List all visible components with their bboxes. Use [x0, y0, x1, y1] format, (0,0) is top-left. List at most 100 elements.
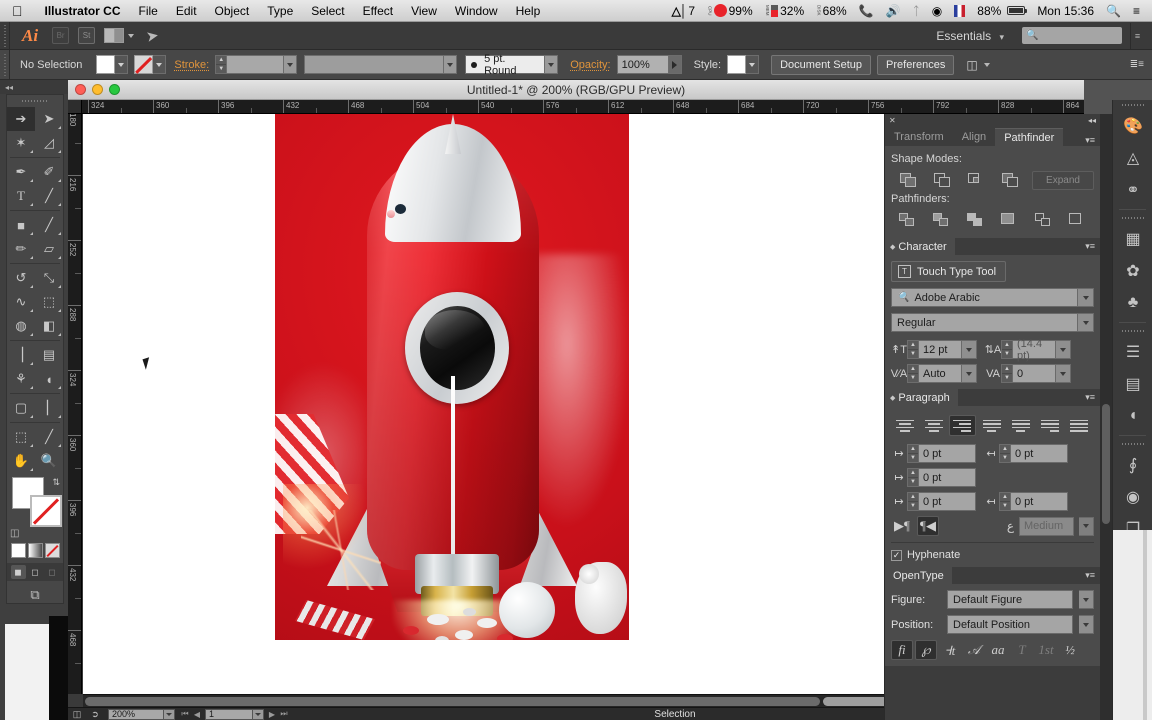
- indent-first-line-input[interactable]: 0 pt: [918, 468, 976, 487]
- stroke-weight-input[interactable]: [226, 55, 285, 74]
- indent-right-control[interactable]: ↤ ▲ ▼ 0 pt: [983, 444, 1068, 463]
- change-screen-mode-icon[interactable]: ⧉: [7, 587, 63, 603]
- stroke-weight-dropdown[interactable]: [284, 55, 298, 74]
- clock[interactable]: Mon 15:36: [1031, 4, 1100, 18]
- swash-icon[interactable]: 𝒜: [963, 640, 985, 660]
- left-to-right-icon[interactable]: ▶¶: [891, 516, 913, 536]
- space-before-control[interactable]: ↦ ▲ ▼ 0 pt: [891, 492, 976, 511]
- rotate-tool[interactable]: ↺: [7, 266, 35, 290]
- appearance-panel-icon[interactable]: ◉: [1113, 481, 1152, 513]
- ruler-origin-corner[interactable]: [68, 100, 82, 113]
- fractions-icon[interactable]: ½: [1059, 640, 1081, 660]
- pencil-tool[interactable]: ✏: [7, 237, 35, 261]
- expand-button[interactable]: Expand: [1032, 170, 1094, 190]
- menu-effect[interactable]: Effect: [354, 4, 402, 18]
- stroke-swatch-none[interactable]: [134, 55, 154, 74]
- memory-monitor[interactable]: MEM 32%: [759, 4, 811, 18]
- leading-dropdown[interactable]: [1056, 340, 1071, 359]
- font-family-dropdown[interactable]: [1078, 288, 1094, 307]
- standard-ligatures-icon[interactable]: fi: [891, 640, 913, 660]
- tab-transform[interactable]: Transform: [885, 128, 953, 146]
- libraries-panel-icon[interactable]: ∮: [1113, 449, 1152, 481]
- type-tool[interactable]: T: [7, 184, 35, 208]
- contextual-alternates-icon[interactable]: ℘: [915, 640, 937, 660]
- graphic-style-dropdown[interactable]: [746, 55, 760, 74]
- font-family-input[interactable]: 🔍 Adobe Arabic: [891, 288, 1078, 307]
- line-segment-tool[interactable]: ╱: [35, 184, 63, 208]
- kerning-control[interactable]: V∕A ▲ ▼ Auto: [891, 364, 977, 383]
- draw-inside-icon[interactable]: ◻: [45, 565, 60, 579]
- brush-definition-input[interactable]: 5 pt. Round: [465, 53, 546, 77]
- unite-icon[interactable]: [891, 169, 925, 191]
- fill-swatch[interactable]: [96, 55, 116, 74]
- composer-dropdown[interactable]: [1079, 516, 1094, 536]
- hyphenate-checkbox[interactable]: ✓: [891, 549, 902, 561]
- figure-input[interactable]: Default Figure: [947, 590, 1073, 609]
- font-style-input[interactable]: Regular: [891, 313, 1078, 332]
- graphic-style-swatch[interactable]: [727, 55, 747, 74]
- space-before-input[interactable]: 0 pt: [918, 492, 976, 511]
- figure-dropdown[interactable]: [1079, 590, 1094, 609]
- justify-last-left[interactable]: [978, 415, 1005, 436]
- minus-front-icon[interactable]: [925, 169, 959, 191]
- zoom-tool[interactable]: 🔍: [35, 449, 63, 473]
- panel-dock-scrollbar[interactable]: [1100, 114, 1112, 720]
- indent-right-stepper[interactable]: ▲ ▼: [999, 444, 1010, 463]
- preferences-button[interactable]: Preferences: [877, 54, 955, 75]
- artboard-number-control[interactable]: 1: [205, 708, 264, 720]
- color-swatch[interactable]: [10, 543, 26, 558]
- eyedropper-tool[interactable]: ⚘: [7, 367, 35, 391]
- brush-definition-dropdown[interactable]: [545, 55, 559, 74]
- flag-icon[interactable]: [948, 4, 971, 17]
- collapse-to-icons-icon[interactable]: ◂◂: [1088, 116, 1096, 125]
- tracking-dropdown[interactable]: [1056, 364, 1071, 383]
- default-fill-stroke-icon[interactable]: ◫: [10, 528, 19, 539]
- direct-selection-tool[interactable]: ➤: [35, 107, 63, 131]
- trim-icon[interactable]: [925, 209, 959, 231]
- stock-button[interactable]: St: [78, 27, 96, 44]
- panel-menu-icon[interactable]: ▾≡: [1085, 241, 1100, 252]
- zoom-control[interactable]: 200%: [108, 708, 175, 720]
- tab-pathfinder[interactable]: Pathfinder: [995, 128, 1064, 146]
- cpu-monitor[interactable]: CPU 99%: [701, 4, 759, 18]
- kerning-input[interactable]: Auto: [918, 364, 962, 383]
- control-bar-grab-handle[interactable]: [0, 49, 10, 80]
- paintbrush-tool[interactable]: ╱: [35, 213, 63, 237]
- color-guide-panel-icon[interactable]: ◬: [1113, 142, 1152, 174]
- gradient-tool[interactable]: ▤: [35, 343, 63, 367]
- document-title-bar[interactable]: Untitled-1* @ 200% (RGB/GPU Preview): [68, 80, 1084, 100]
- vertical-ruler[interactable]: 180 216 252 288 324 360 396 432 468: [68, 114, 82, 694]
- chevron-down-icon[interactable]: [983, 62, 990, 67]
- font-style-control[interactable]: Regular: [891, 313, 1094, 332]
- ordinals-icon[interactable]: 1st: [1035, 640, 1057, 660]
- stroke-panel-icon[interactable]: ☰: [1113, 336, 1152, 368]
- zoom-level-dropdown[interactable]: [164, 708, 175, 720]
- fill-dropdown-button[interactable]: [115, 55, 129, 74]
- menu-type[interactable]: Type: [258, 4, 302, 18]
- leading-control[interactable]: ⇅A ▲ ▼ (14.4 pt): [985, 338, 1071, 362]
- perspective-grid-tool[interactable]: ◧: [35, 314, 63, 338]
- battery-status[interactable]: 88%: [971, 4, 1031, 18]
- stroke-weight-label[interactable]: Stroke:: [172, 59, 215, 71]
- recolor-artwork-icon[interactable]: ⚭: [1113, 174, 1152, 206]
- indent-left-stepper[interactable]: ▲ ▼: [907, 444, 918, 463]
- panel-dock-scroll-thumb[interactable]: [1102, 404, 1110, 524]
- gradient-swatch[interactable]: [27, 543, 43, 558]
- font-size-stepper[interactable]: ▲ ▼: [907, 340, 918, 359]
- artboard-number-input[interactable]: 1: [205, 708, 253, 720]
- column-graph-tool[interactable]: ⎢: [35, 396, 63, 420]
- opacity-label[interactable]: Opacity:: [568, 59, 616, 71]
- menu-view[interactable]: View: [402, 4, 446, 18]
- stroke-dropdown-button[interactable]: [153, 55, 167, 74]
- composer-control[interactable]: ع Medium: [1007, 516, 1094, 536]
- swap-fill-stroke-icon[interactable]: ⇅: [52, 477, 60, 488]
- collapse-panel-icon[interactable]: ◂◂: [0, 80, 68, 94]
- exclude-icon[interactable]: [993, 169, 1027, 191]
- menu-help[interactable]: Help: [507, 4, 550, 18]
- outline-icon[interactable]: [1026, 209, 1060, 231]
- free-transform-tool[interactable]: ⬚: [35, 290, 63, 314]
- kerning-dropdown[interactable]: [962, 364, 977, 383]
- justify-all[interactable]: [1065, 415, 1092, 436]
- panel-menu-icon[interactable]: ▾≡: [1085, 135, 1100, 146]
- apple-icon[interactable]: : [0, 4, 36, 18]
